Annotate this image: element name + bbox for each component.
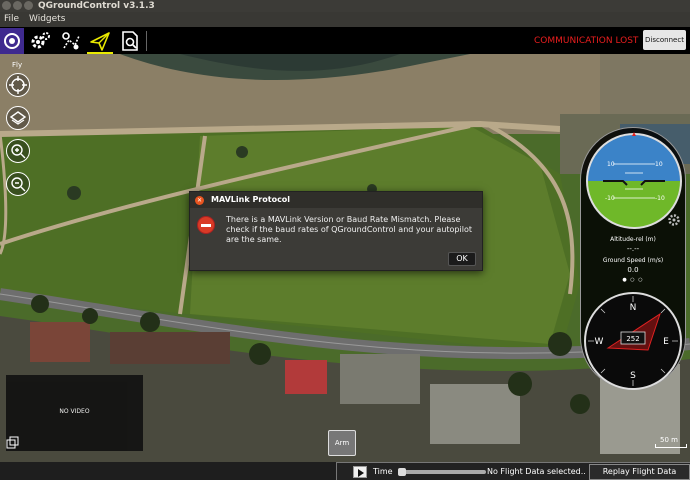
video-panel[interactable]: NO VIDEO — [6, 375, 143, 451]
altitude-value: --.-- — [626, 245, 640, 253]
error-icon — [197, 216, 215, 234]
video-toggle-icon[interactable] — [6, 436, 20, 450]
altitude-label: Altitude-rel (m) — [610, 236, 656, 243]
analyze-document-icon — [122, 31, 138, 51]
zoom-in-button[interactable] — [6, 139, 30, 163]
plan-waypoints-icon — [62, 32, 80, 50]
analyze-button[interactable] — [117, 28, 143, 54]
time-slider[interactable] — [398, 468, 486, 476]
zoom-out-icon — [11, 177, 26, 192]
dialog-close-icon[interactable]: ✕ — [195, 196, 204, 205]
ground-speed-value: 0.0 — [627, 266, 639, 274]
mavlink-dialog: ✕ MAVLink Protocol There is a MAVLink Ve… — [189, 191, 483, 271]
compass-east: E — [663, 337, 669, 347]
compass-south: S — [630, 371, 636, 381]
instrument-settings-icon[interactable] — [667, 213, 681, 227]
menu-widgets[interactable]: Widgets — [29, 12, 65, 27]
map-scale-bar — [655, 444, 687, 448]
play-button[interactable] — [353, 466, 367, 478]
replay-bar: Time No Flight Data selected.. Replay Fl… — [336, 462, 690, 480]
minimize-window-icon[interactable] — [13, 1, 22, 10]
ok-button[interactable]: OK — [448, 252, 476, 266]
compass-north: N — [630, 303, 637, 313]
arm-button[interactable]: Arm — [328, 430, 356, 456]
map-scale-label: 50 m — [660, 436, 678, 444]
gears-icon — [31, 32, 50, 49]
maximize-window-icon[interactable] — [24, 1, 33, 10]
menu-bar: File Widgets — [0, 12, 690, 27]
disconnect-button[interactable]: Disconnect — [643, 30, 686, 50]
crosshair-icon — [9, 76, 27, 94]
qgc-logo-icon — [4, 33, 20, 49]
dialog-title: MAVLink Protocol — [211, 195, 291, 204]
pitch-tick-label: 10 — [655, 161, 663, 168]
window-titlebar: QGroundControl v3.1.3 — [0, 0, 690, 12]
paper-plane-icon — [90, 32, 110, 51]
plan-button[interactable] — [58, 28, 84, 54]
close-window-icon[interactable] — [2, 1, 11, 10]
pitch-tick-label: -10 — [605, 195, 615, 202]
pitch-tick-label: 10 — [607, 161, 615, 168]
view-mode-label: Fly — [12, 61, 23, 69]
settings-button[interactable] — [28, 28, 54, 54]
qgc-logo-button[interactable] — [0, 28, 24, 54]
layers-icon — [9, 111, 27, 125]
map-type-button[interactable] — [6, 106, 30, 130]
time-slider-handle[interactable] — [398, 468, 406, 476]
dialog-body: There is a MAVLink Version or Baud Rate … — [190, 208, 482, 270]
toolbar-divider — [146, 31, 147, 51]
replay-status: No Flight Data selected.. — [487, 467, 586, 476]
zoom-out-button[interactable] — [6, 172, 30, 196]
compass-west: W — [595, 337, 604, 347]
dialog-titlebar: ✕ MAVLink Protocol — [190, 192, 482, 208]
center-map-button[interactable] — [6, 73, 30, 97]
fly-button[interactable] — [87, 28, 113, 54]
video-status: NO VIDEO — [59, 408, 90, 415]
heading-value: 252 — [626, 335, 639, 343]
compass-rose: N S E W 252 — [584, 292, 682, 390]
pitch-tick-label: -10 — [655, 195, 665, 202]
connection-status: COMMUNICATION LOST — [534, 36, 639, 46]
window-title: QGroundControl v3.1.3 — [38, 1, 155, 11]
instrument-page-dots[interactable]: ● ○ ○ — [580, 277, 686, 283]
dialog-message: There is a MAVLink Version or Baud Rate … — [226, 215, 472, 244]
time-label: Time — [373, 467, 393, 476]
menu-file[interactable]: File — [4, 12, 19, 27]
ground-speed-label: Ground Speed (m/s) — [602, 257, 664, 264]
replay-flight-data-button[interactable]: Replay Flight Data — [589, 464, 690, 480]
zoom-in-icon — [11, 144, 26, 159]
